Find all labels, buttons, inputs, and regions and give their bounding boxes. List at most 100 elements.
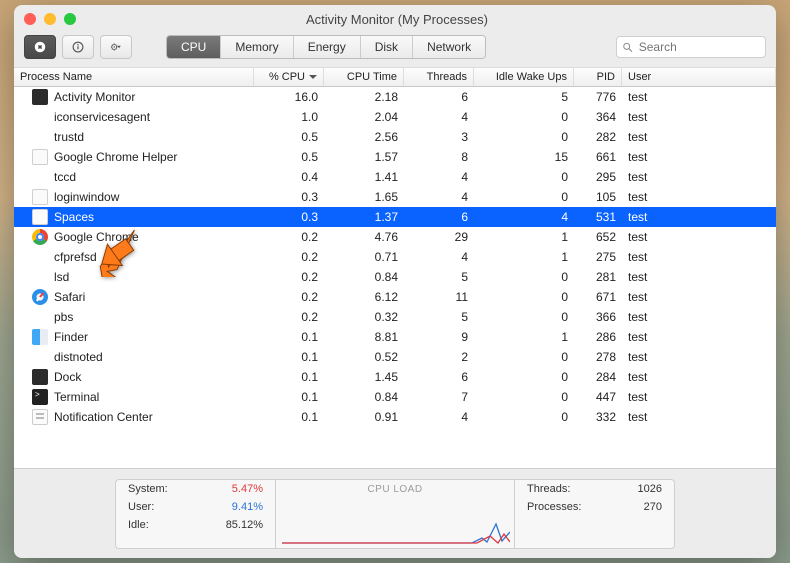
process-icon (32, 409, 48, 425)
header-percent-cpu[interactable]: % CPU (254, 68, 324, 86)
cell-user: test (622, 330, 776, 344)
cpu-usage-panel: System:5.47% User:9.41% Idle:85.12% (115, 479, 275, 549)
header-threads[interactable]: Threads (404, 68, 474, 86)
table-row[interactable]: loginwindow0.31.6540105test (14, 187, 776, 207)
table-row[interactable]: pbs0.20.3250366test (14, 307, 776, 327)
process-list[interactable]: Activity Monitor16.02.1865776testiconser… (14, 87, 776, 468)
cell-threads: 3 (404, 130, 474, 144)
tab-network[interactable]: Network (413, 36, 485, 58)
header-cpu-time[interactable]: CPU Time (324, 68, 404, 86)
cell-threads: 4 (404, 410, 474, 424)
cell-idle: 0 (474, 170, 574, 184)
cell-idle: 0 (474, 310, 574, 324)
process-icon (32, 289, 48, 305)
system-label: System: (128, 483, 168, 495)
cell-pid: 295 (574, 170, 622, 184)
threads-label: Threads: (527, 483, 570, 495)
cell-pid: 447 (574, 390, 622, 404)
cell-idle: 1 (474, 250, 574, 264)
cell-user: test (622, 130, 776, 144)
table-row[interactable]: Dock0.11.4560284test (14, 367, 776, 387)
table-row[interactable]: Google Chrome0.24.76291652test (14, 227, 776, 247)
table-row[interactable]: iconservicesagent1.02.0440364test (14, 107, 776, 127)
process-icon (32, 89, 48, 105)
search-icon (623, 42, 633, 53)
search-input[interactable] (639, 40, 759, 54)
table-row[interactable]: Spaces0.31.3764531test (14, 207, 776, 227)
table-row[interactable]: Finder0.18.8191286test (14, 327, 776, 347)
cell-threads: 9 (404, 330, 474, 344)
inspect-process-button[interactable] (62, 35, 94, 59)
cell-user: test (622, 90, 776, 104)
idle-label: Idle: (128, 519, 149, 531)
header-idle-wakeups[interactable]: Idle Wake Ups (474, 68, 574, 86)
table-row[interactable]: distnoted0.10.5220278test (14, 347, 776, 367)
process-name: trustd (54, 130, 84, 144)
cell-threads: 5 (404, 270, 474, 284)
window-titlebar: Activity Monitor (My Processes) (14, 5, 776, 27)
cell-time: 2.18 (324, 90, 404, 104)
cell-cpu: 0.5 (254, 130, 324, 144)
cell-user: test (622, 290, 776, 304)
cell-user: test (622, 410, 776, 424)
table-row[interactable]: Google Chrome Helper0.51.57815661test (14, 147, 776, 167)
cpu-load-label: CPU LOAD (276, 480, 514, 495)
cell-cpu: 0.2 (254, 270, 324, 284)
toolbar: CPU Memory Energy Disk Network (14, 27, 776, 67)
tab-cpu[interactable]: CPU (167, 36, 221, 58)
cell-pid: 366 (574, 310, 622, 324)
cell-threads: 5 (404, 310, 474, 324)
table-row[interactable]: trustd0.52.5630282test (14, 127, 776, 147)
cell-user: test (622, 370, 776, 384)
gear-icon (110, 41, 122, 53)
cell-threads: 29 (404, 230, 474, 244)
header-user[interactable]: User (622, 68, 776, 86)
table-row[interactable]: Terminal0.10.8470447test (14, 387, 776, 407)
window-title: Activity Monitor (My Processes) (28, 12, 766, 27)
process-icon (32, 309, 48, 325)
header-process-name[interactable]: Process Name (14, 68, 254, 86)
table-row[interactable]: Safari0.26.12110671test (14, 287, 776, 307)
process-icon (32, 389, 48, 405)
process-name: Spaces (54, 210, 94, 224)
cell-user: test (622, 270, 776, 284)
cell-pid: 364 (574, 110, 622, 124)
cell-time: 0.84 (324, 390, 404, 404)
cell-pid: 661 (574, 150, 622, 164)
header-pid[interactable]: PID (574, 68, 622, 86)
cell-pid: 105 (574, 190, 622, 204)
cell-cpu: 0.1 (254, 410, 324, 424)
cell-cpu: 0.2 (254, 310, 324, 324)
system-value: 5.47% (232, 483, 263, 495)
table-row[interactable]: Notification Center0.10.9140332test (14, 407, 776, 427)
process-name: iconservicesagent (54, 110, 150, 124)
options-menu-button[interactable] (100, 35, 132, 59)
process-icon (32, 109, 48, 125)
process-name: Finder (54, 330, 88, 344)
cell-time: 1.37 (324, 210, 404, 224)
process-name: Activity Monitor (54, 90, 135, 104)
cell-time: 4.76 (324, 230, 404, 244)
cell-idle: 5 (474, 90, 574, 104)
process-name: tccd (54, 170, 76, 184)
table-row[interactable]: cfprefsd0.20.7141275test (14, 247, 776, 267)
cell-pid: 286 (574, 330, 622, 344)
cell-idle: 0 (474, 410, 574, 424)
process-name: cfprefsd (54, 250, 97, 264)
cell-time: 1.41 (324, 170, 404, 184)
table-row[interactable]: lsd0.20.8450281test (14, 267, 776, 287)
cell-idle: 1 (474, 330, 574, 344)
tab-memory[interactable]: Memory (221, 36, 293, 58)
cell-user: test (622, 230, 776, 244)
table-row[interactable]: Activity Monitor16.02.1865776test (14, 87, 776, 107)
threads-value: 1026 (638, 483, 662, 495)
user-label: User: (128, 501, 154, 513)
cell-time: 0.52 (324, 350, 404, 364)
cell-idle: 0 (474, 290, 574, 304)
table-row[interactable]: tccd0.41.4140295test (14, 167, 776, 187)
stop-process-button[interactable] (24, 35, 56, 59)
cell-user: test (622, 110, 776, 124)
tab-energy[interactable]: Energy (294, 36, 361, 58)
tab-disk[interactable]: Disk (361, 36, 413, 58)
process-icon (32, 369, 48, 385)
